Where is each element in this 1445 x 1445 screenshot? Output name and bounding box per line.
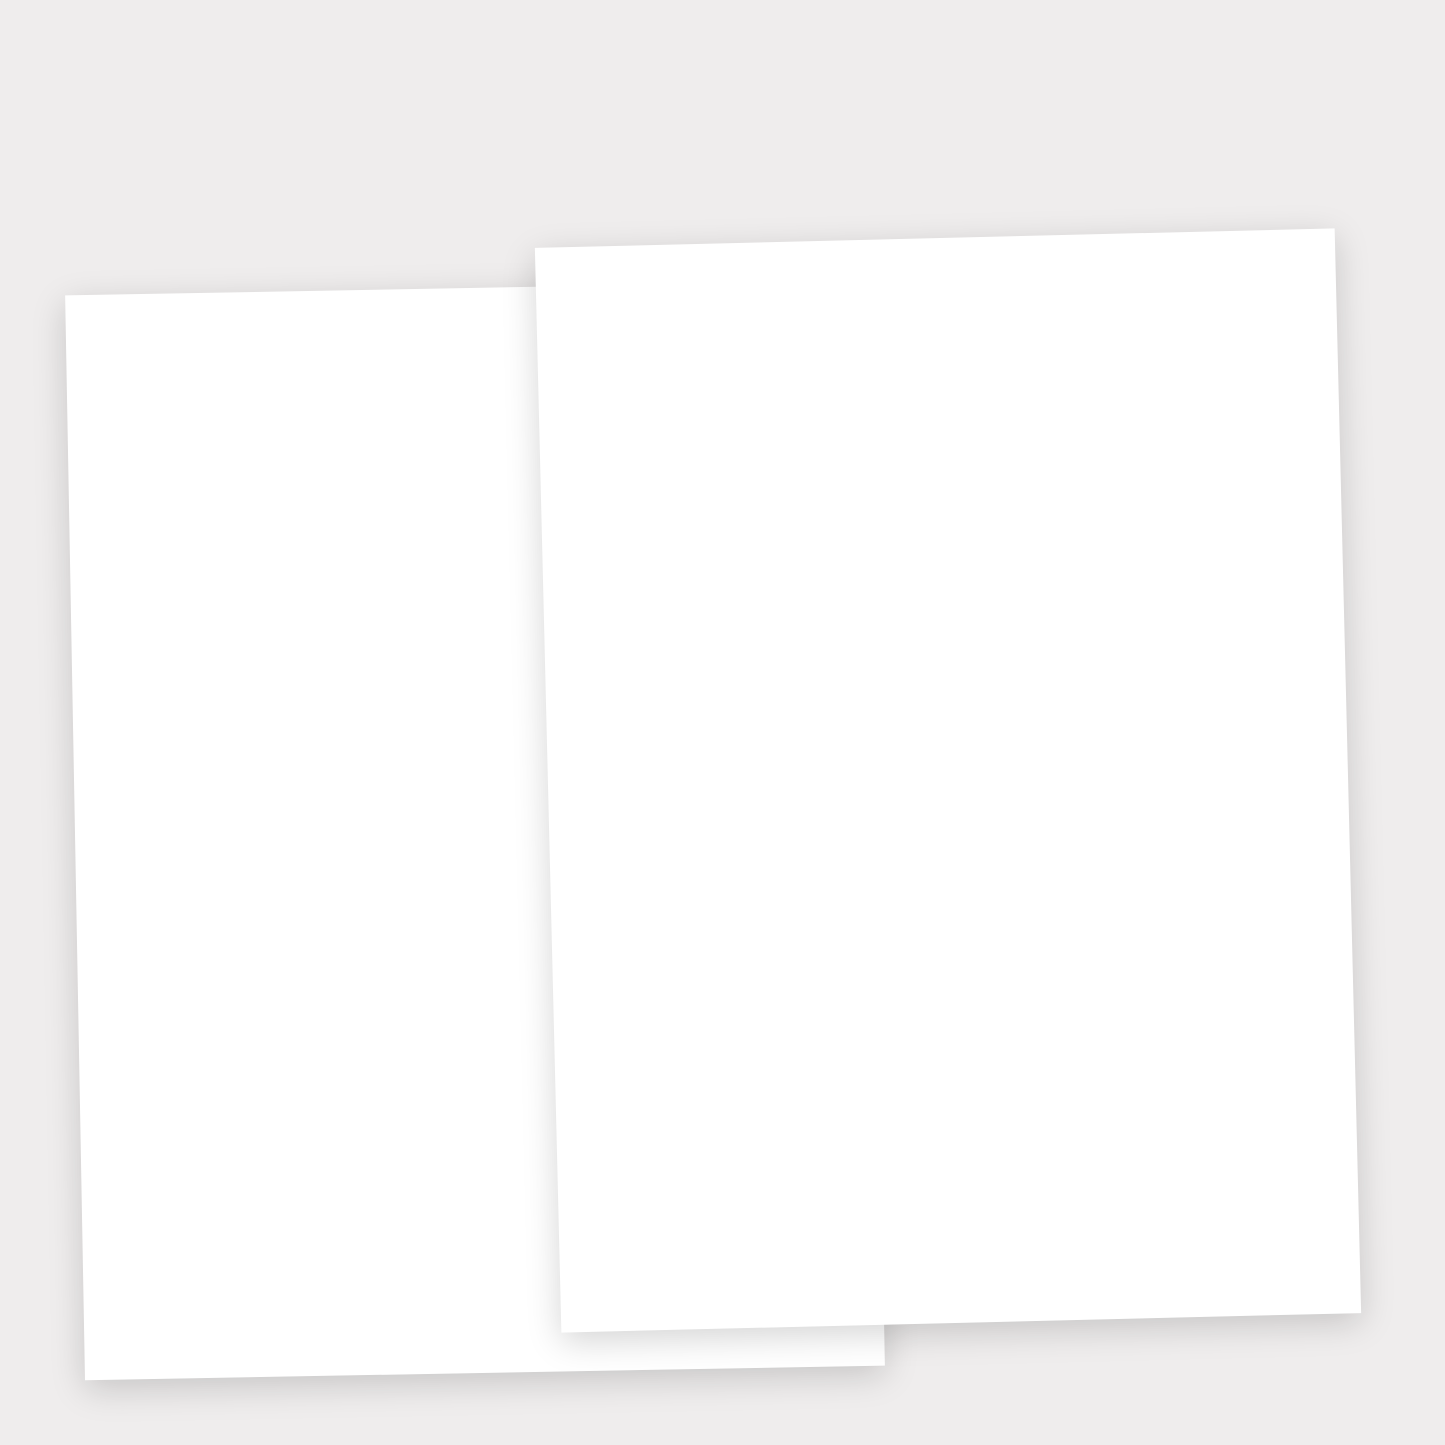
planner-page-right[interactable] [534, 228, 1362, 1333]
header [0, 0, 1445, 68]
